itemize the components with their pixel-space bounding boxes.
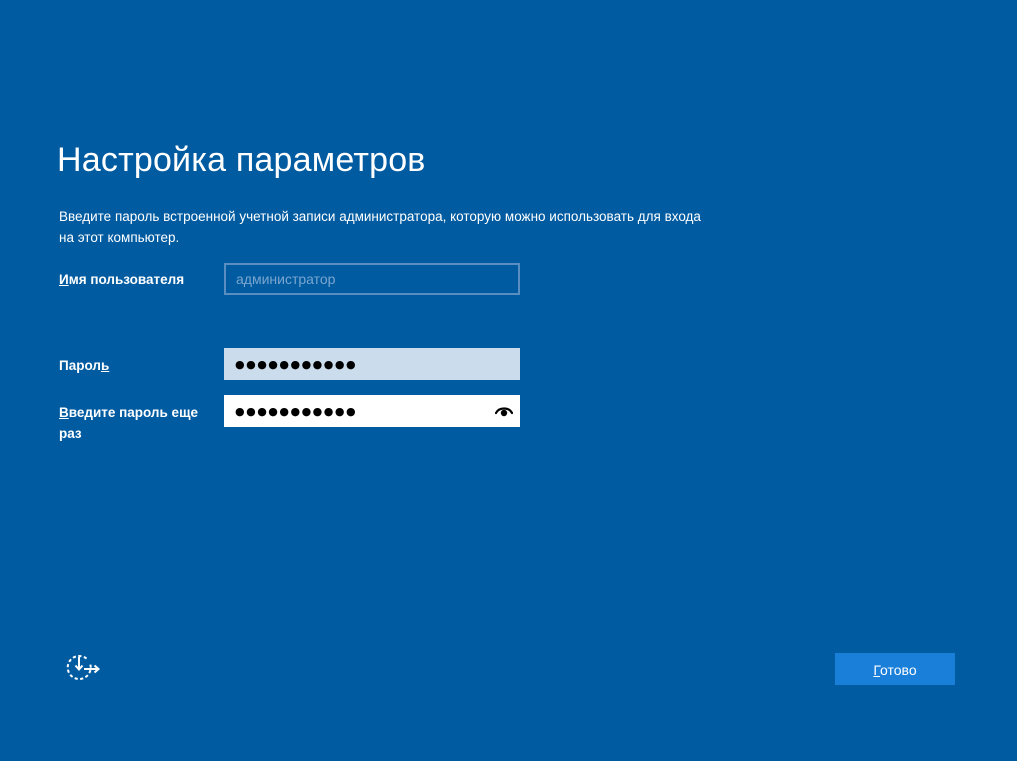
ease-of-access-button[interactable] bbox=[64, 652, 104, 688]
password-label: Пароль bbox=[59, 355, 109, 376]
confirm-password-label-access-key: В bbox=[59, 405, 69, 420]
ease-of-access-icon bbox=[66, 655, 101, 680]
reveal-password-button[interactable] bbox=[490, 399, 518, 423]
done-button-label: отово bbox=[880, 662, 917, 678]
confirm-password-label: Введите пароль еще раз bbox=[59, 402, 219, 444]
confirm-password-input[interactable] bbox=[224, 395, 520, 427]
page-description: Введите пароль встроенной учетной записи… bbox=[59, 209, 701, 245]
username-label: Имя пользователя bbox=[59, 269, 184, 290]
eye-icon bbox=[495, 407, 513, 417]
username-input[interactable] bbox=[224, 263, 520, 295]
page-title: Настройка параметров bbox=[57, 141, 426, 179]
username-label-text: мя пользователя bbox=[68, 272, 185, 287]
done-button[interactable]: Готово bbox=[835, 653, 955, 685]
password-input[interactable] bbox=[224, 348, 520, 380]
password-label-access-key: ь bbox=[100, 358, 110, 373]
password-label-text: Парол bbox=[59, 358, 101, 373]
username-label-access-key: И bbox=[59, 272, 69, 287]
confirm-password-label-text: ведите пароль еще раз bbox=[59, 405, 198, 441]
